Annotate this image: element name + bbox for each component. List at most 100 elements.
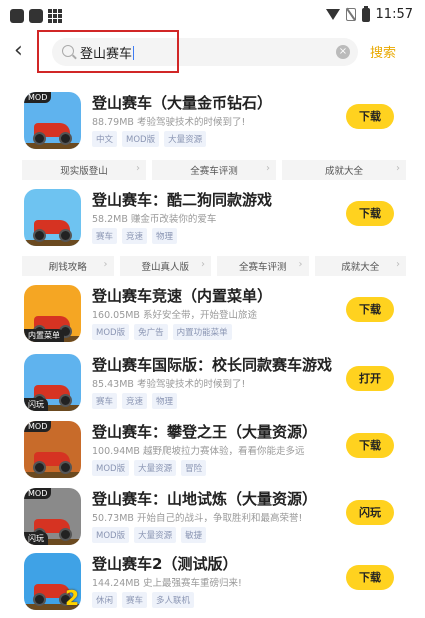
highlight-box: [37, 30, 179, 73]
download-button[interactable]: 下载: [346, 297, 394, 322]
tag[interactable]: 物理: [152, 228, 178, 244]
app-title[interactable]: 登山赛车国际版：校长同款赛车游戏: [92, 354, 332, 375]
app-title[interactable]: 登山赛车：攀登之王（大量资源）: [92, 421, 317, 442]
related-chip[interactable]: 全赛车评测 ›: [152, 160, 276, 180]
chip-label: 全赛车评测: [190, 166, 238, 177]
related-chip[interactable]: 刷钱攻略 ›: [22, 256, 114, 276]
chevron-right-icon: ›: [396, 259, 400, 270]
related-chip[interactable]: 全赛车评测 ›: [217, 256, 309, 276]
related-chip[interactable]: 登山真人版 ›: [119, 256, 211, 276]
search-button[interactable]: 搜索: [370, 42, 396, 61]
app-icon[interactable]: 内置菜单: [24, 285, 81, 342]
app-description: 144.24MB 史上最强赛车重磅归来!: [92, 575, 242, 589]
tag[interactable]: 冒险: [181, 460, 207, 476]
tag[interactable]: 大量资源: [164, 131, 207, 147]
app-description: 160.05MB 系好安全带，开始登山旅途: [92, 307, 257, 321]
tag[interactable]: 赛车: [92, 228, 118, 244]
chip-label: 成就大全: [324, 166, 363, 177]
tag[interactable]: 物理: [152, 393, 178, 409]
corner-badge: 闪玩: [24, 398, 48, 411]
app-description: 85.43MB 考验驾驶技术的时候到了!: [92, 376, 245, 390]
download-button[interactable]: 下载: [346, 104, 394, 129]
list-item[interactable]: MOD 登山赛车：攀登之王（大量资源） 100.94MB 越野爬坡拉力赛体验，看看你…: [0, 421, 425, 489]
tag[interactable]: 赛车: [122, 592, 148, 608]
wheel-icon: [33, 229, 46, 242]
tag[interactable]: 免广告: [134, 324, 168, 340]
download-button[interactable]: 下载: [346, 201, 394, 226]
app-size: 88.79MB: [92, 117, 134, 128]
chip-label: 刷钱攻略: [48, 262, 87, 273]
app-icon[interactable]: [24, 189, 81, 246]
app-description: 50.73MB 开始自己的战斗，争取胜利和最高荣誉!: [92, 510, 302, 524]
app-title[interactable]: 登山赛车2（测试版）: [92, 553, 237, 574]
status-icons-left: [10, 9, 62, 23]
download-button[interactable]: 下载: [346, 565, 394, 590]
related-chip[interactable]: 现实版登山 ›: [22, 160, 146, 180]
instant-play-button[interactable]: 闪玩: [346, 500, 394, 525]
app-title[interactable]: 登山赛车：酷二狗同款游戏: [92, 189, 272, 210]
app-title[interactable]: 登山赛车：山地试炼（大量资源）: [92, 488, 317, 509]
app-desc-text: 赚金币改装你的爱车: [130, 214, 217, 225]
tag[interactable]: 敏捷: [181, 527, 207, 543]
tag-list: MOD版 大量资源 敏捷: [92, 527, 207, 543]
app-icon[interactable]: MOD 闪玩: [24, 488, 81, 545]
tag[interactable]: MOD版: [122, 131, 160, 147]
list-item[interactable]: 闪玩 登山赛车国际版：校长同款赛车游戏 85.43MB 考验驾驶技术的时候到了! 赛车…: [0, 354, 425, 422]
tag[interactable]: 赛车: [92, 393, 118, 409]
app-icon[interactable]: MOD: [24, 92, 81, 149]
wheel-icon: [59, 461, 72, 474]
back-icon[interactable]: ‹: [14, 40, 38, 64]
related-chip[interactable]: 成就大全 ›: [314, 256, 406, 276]
tag-list: 赛车 竞速 物理: [92, 228, 178, 244]
app-desc-text: 考验驾驶技术的时候到了!: [136, 117, 246, 128]
tag[interactable]: 大量资源: [134, 460, 177, 476]
clear-icon[interactable]: ×: [336, 45, 350, 59]
tag[interactable]: MOD版: [92, 324, 130, 340]
tag[interactable]: 休闲: [92, 592, 118, 608]
app-description: 88.79MB 考验驾驶技术的时候到了!: [92, 114, 245, 128]
list-item[interactable]: 2 登山赛车2（测试版） 144.24MB 史上最强赛车重磅归来! 休闲 赛车 多人联机 下…: [0, 553, 425, 618]
tag[interactable]: 中文: [92, 131, 118, 147]
app-size: 100.94MB: [92, 446, 140, 457]
mod-badge: MOD: [24, 488, 52, 499]
tag[interactable]: MOD版: [92, 460, 130, 476]
tag[interactable]: 竞速: [122, 228, 148, 244]
app-size: 58.2MB: [92, 214, 128, 225]
app-desc-text: 越野爬坡拉力赛体验，看看你能走多远: [143, 446, 305, 457]
related-chips: 刷钱攻略 › 登山真人版 › 全赛车评测 › 成就大全 ›: [22, 256, 406, 276]
app-title[interactable]: 登山赛车（大量金币钻石）: [92, 92, 272, 113]
chip-label: 全赛车评测: [238, 262, 287, 273]
mod-badge: MOD: [24, 421, 52, 432]
open-button[interactable]: 打开: [346, 366, 394, 391]
list-item[interactable]: MOD 闪玩 登山赛车：山地试炼（大量资源） 50.73MB 开始自己的战斗，争取胜利…: [0, 488, 425, 556]
app-icon[interactable]: 2: [24, 553, 81, 610]
chevron-right-icon: ›: [396, 163, 400, 174]
app-icon[interactable]: MOD: [24, 421, 81, 478]
ground-icon: [24, 143, 81, 149]
app-desc-text: 系好安全带，开始登山旅途: [143, 310, 258, 321]
related-chip[interactable]: 成就大全 ›: [282, 160, 406, 180]
tag[interactable]: 多人联机: [152, 592, 195, 608]
tag[interactable]: 大量资源: [134, 527, 177, 543]
no-sim-icon: [345, 8, 356, 21]
version-badge: 2: [65, 586, 79, 610]
tag[interactable]: 竞速: [122, 393, 148, 409]
app-icon[interactable]: 闪玩: [24, 354, 81, 411]
app-desc-text: 考验驾驶技术的时候到了!: [136, 379, 246, 390]
list-item[interactable]: 内置菜单 登山赛车竞速（内置菜单） 160.05MB 系好安全带，开始登山旅途 MOD…: [0, 285, 425, 353]
app-size: 50.73MB: [92, 513, 134, 524]
chip-label: 成就大全: [341, 262, 380, 273]
app-size: 144.24MB: [92, 578, 140, 589]
list-item[interactable]: MOD 登山赛车（大量金币钻石） 88.79MB 考验驾驶技术的时候到了! 中文 MOD…: [0, 92, 425, 160]
chevron-right-icon: ›: [298, 259, 303, 270]
app-title[interactable]: 登山赛车竞速（内置菜单）: [92, 285, 272, 306]
download-button[interactable]: 下载: [346, 433, 394, 458]
list-item[interactable]: 登山赛车：酷二狗同款游戏 58.2MB 赚金币改装你的爱车赛车 竞速 物理 下载: [0, 189, 425, 257]
wheel-icon: [59, 229, 72, 242]
corner-badge: 闪玩: [24, 532, 48, 545]
tag[interactable]: 内置功能菜单: [172, 324, 232, 340]
chevron-right-icon: ›: [103, 259, 108, 270]
chevron-right-icon: ›: [266, 163, 270, 174]
tag-list: 休闲 赛车 多人联机: [92, 592, 195, 608]
tag[interactable]: MOD版: [92, 527, 130, 543]
